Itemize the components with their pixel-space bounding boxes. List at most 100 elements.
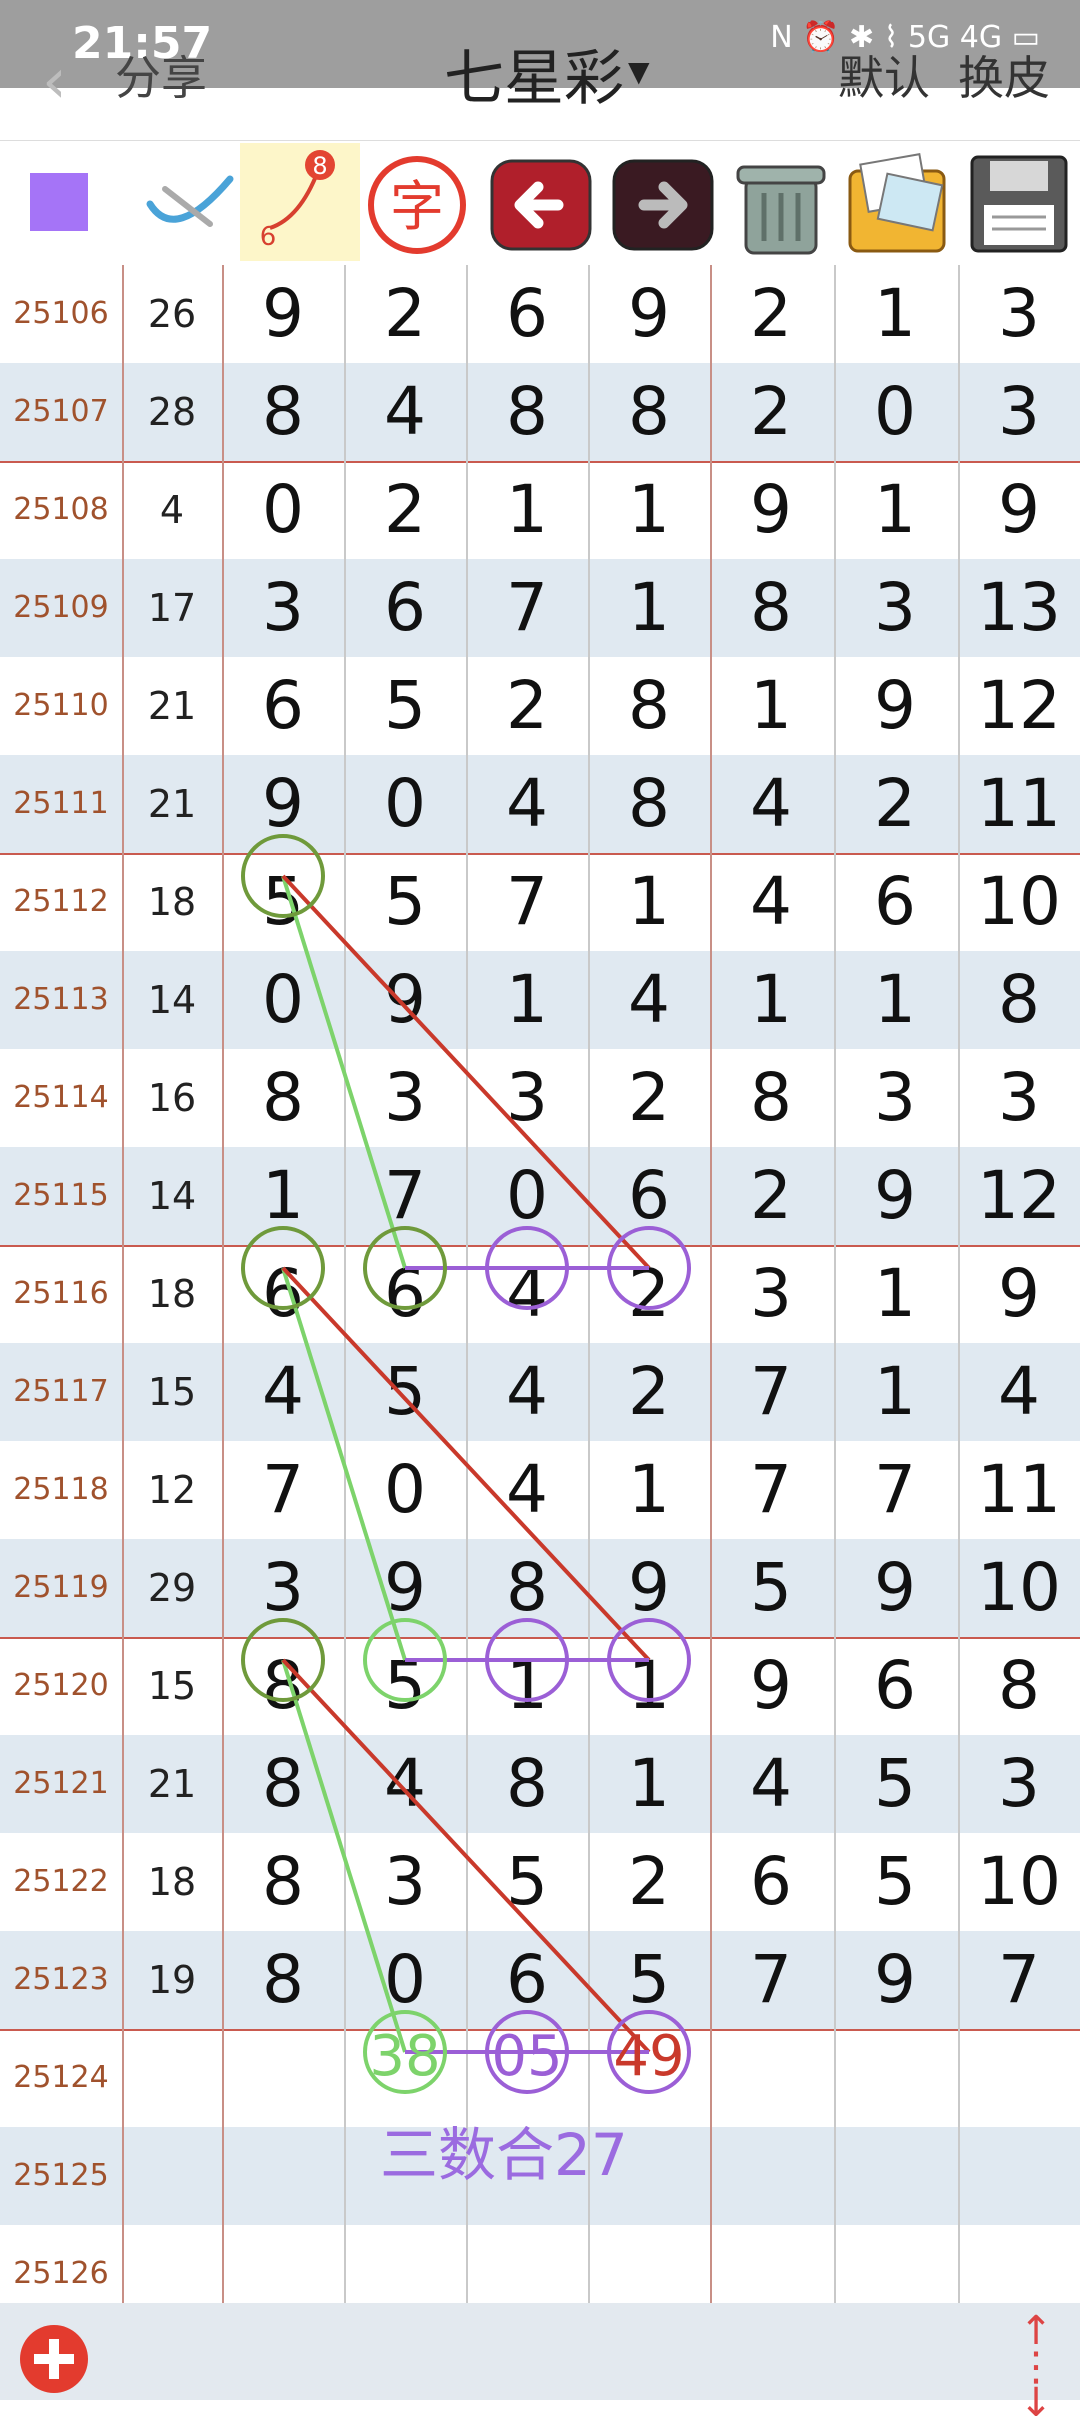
digit-cell[interactable]: 9: [834, 1147, 956, 1245]
digit-cell[interactable]: 8: [222, 1049, 344, 1147]
digit-cell[interactable]: 3: [222, 559, 344, 657]
digit-cell[interactable]: 2: [344, 461, 466, 559]
digit-cell[interactable]: 4: [710, 853, 832, 951]
digit-cell[interactable]: 8: [710, 559, 832, 657]
digit-cell[interactable]: 5: [344, 657, 466, 755]
digit-cell[interactable]: 9: [710, 1637, 832, 1735]
digit-cell[interactable]: 7: [834, 1441, 956, 1539]
digit-cell[interactable]: 9: [588, 1539, 710, 1637]
digit-cell[interactable]: 13: [958, 559, 1080, 657]
digit-cell[interactable]: 6: [222, 1245, 344, 1343]
digit-cell[interactable]: 8: [222, 1833, 344, 1931]
digit-cell[interactable]: 5: [466, 1833, 588, 1931]
digit-cell[interactable]: 8: [958, 1637, 1080, 1735]
digit-cell[interactable]: 4: [710, 1735, 832, 1833]
digit-cell[interactable]: 1: [710, 657, 832, 755]
digit-cell[interactable]: 1: [466, 1637, 588, 1735]
digit-cell[interactable]: 5: [222, 853, 344, 951]
digit-cell[interactable]: 2: [588, 1049, 710, 1147]
digit-cell[interactable]: 5: [344, 1637, 466, 1735]
digit-cell[interactable]: [834, 2127, 956, 2225]
digit-cell[interactable]: 6: [466, 1931, 588, 2029]
digit-cell[interactable]: 3: [958, 1049, 1080, 1147]
digit-cell[interactable]: 8: [588, 657, 710, 755]
digit-cell[interactable]: 2: [588, 1245, 710, 1343]
digit-cell[interactable]: [710, 2127, 832, 2225]
digit-cell[interactable]: 11: [958, 755, 1080, 853]
digit-cell[interactable]: 1: [834, 265, 956, 363]
digit-cell[interactable]: 7: [958, 1931, 1080, 2029]
digit-cell[interactable]: 9: [710, 461, 832, 559]
digit-cell[interactable]: 5: [710, 1539, 832, 1637]
table-row[interactable]: 25117 15 4 5 4 2 7 1 4: [0, 1343, 1080, 1441]
digit-cell[interactable]: 4: [466, 1245, 588, 1343]
digit-cell[interactable]: 6: [222, 657, 344, 755]
digit-cell[interactable]: 8: [588, 755, 710, 853]
digit-cell[interactable]: 3: [834, 559, 956, 657]
digit-cell[interactable]: 7: [710, 1931, 832, 2029]
digit-cell[interactable]: 3: [344, 1049, 466, 1147]
digit-cell[interactable]: 4: [588, 951, 710, 1049]
digit-cell[interactable]: 8: [466, 363, 588, 461]
pen-icon[interactable]: [135, 149, 245, 259]
digit-cell[interactable]: 7: [222, 1441, 344, 1539]
digit-cell[interactable]: 5: [834, 1833, 956, 1931]
digit-cell[interactable]: 6: [834, 1637, 956, 1735]
digit-cell[interactable]: 4: [344, 363, 466, 461]
digit-cell[interactable]: 4: [344, 1735, 466, 1833]
table-row[interactable]: 25114 16 8 3 3 2 8 3 3: [0, 1049, 1080, 1147]
table-row[interactable]: 25119 29 3 9 8 9 5 9 10: [0, 1539, 1080, 1639]
digit-cell[interactable]: 9: [344, 951, 466, 1049]
digit-cell[interactable]: 0: [222, 461, 344, 559]
digit-cell[interactable]: 9: [834, 657, 956, 755]
digit-cell[interactable]: [958, 2029, 1080, 2127]
table-row[interactable]: 25115 14 1 7 0 6 2 9 12: [0, 1147, 1080, 1247]
digit-cell[interactable]: 3: [958, 265, 1080, 363]
digit-cell[interactable]: 5: [344, 1343, 466, 1441]
undo-icon[interactable]: [486, 149, 596, 259]
digit-cell[interactable]: 8: [222, 1735, 344, 1833]
digit-cell[interactable]: 2: [710, 1147, 832, 1245]
digit-cell[interactable]: 9: [222, 265, 344, 363]
trash-icon[interactable]: [726, 149, 836, 259]
digit-cell[interactable]: 12: [958, 657, 1080, 755]
digit-cell[interactable]: 4: [466, 755, 588, 853]
table-row[interactable]: 25113 14 0 9 1 4 1 1 8: [0, 951, 1080, 1049]
digit-cell[interactable]: 10: [958, 1539, 1080, 1637]
digit-cell[interactable]: 6: [710, 1833, 832, 1931]
table-row[interactable]: 25120 15 8 5 1 1 9 6 8: [0, 1637, 1080, 1735]
digit-cell[interactable]: 8: [466, 1539, 588, 1637]
digit-cell[interactable]: 3: [466, 1049, 588, 1147]
digit-cell[interactable]: 9: [222, 755, 344, 853]
digit-cell[interactable]: 1: [834, 461, 956, 559]
digit-cell[interactable]: 1: [834, 951, 956, 1049]
digit-cell[interactable]: 1: [222, 1147, 344, 1245]
digit-cell[interactable]: 3: [958, 1735, 1080, 1833]
digit-cell[interactable]: 1: [710, 951, 832, 1049]
digit-cell[interactable]: 7: [344, 1147, 466, 1245]
digit-cell[interactable]: 7: [710, 1441, 832, 1539]
digit-cell[interactable]: 1: [588, 853, 710, 951]
digit-cell[interactable]: 6: [466, 265, 588, 363]
digit-cell[interactable]: 2: [710, 363, 832, 461]
table-row[interactable]: 25122 18 8 3 5 2 6 5 10: [0, 1833, 1080, 1931]
table-row[interactable]: 25110 21 6 5 2 8 1 9 12: [0, 657, 1080, 755]
digit-cell[interactable]: [222, 2127, 344, 2225]
chevron-down-icon[interactable]: ▼: [628, 55, 650, 88]
digit-cell[interactable]: 8: [466, 1735, 588, 1833]
digit-cell[interactable]: 8: [588, 363, 710, 461]
digit-cell[interactable]: [710, 2029, 832, 2127]
digit-cell[interactable]: 7: [466, 853, 588, 951]
digit-cell[interactable]: 9: [958, 461, 1080, 559]
text-tool-icon[interactable]: 字: [362, 149, 472, 259]
digit-cell[interactable]: 1: [588, 1441, 710, 1539]
digit-cell[interactable]: 5: [344, 853, 466, 951]
digit-cell[interactable]: 3: [710, 1245, 832, 1343]
digit-cell[interactable]: 1: [588, 1735, 710, 1833]
digit-cell[interactable]: 6: [344, 1245, 466, 1343]
change-skin-button[interactable]: 换皮: [958, 42, 1050, 108]
digit-cell[interactable]: 1: [588, 461, 710, 559]
digit-cell[interactable]: 9: [958, 1245, 1080, 1343]
table-row[interactable]: 25109 17 3 6 7 1 8 3 13: [0, 559, 1080, 657]
connect-numbers-button[interactable]: 8 6: [240, 143, 360, 261]
